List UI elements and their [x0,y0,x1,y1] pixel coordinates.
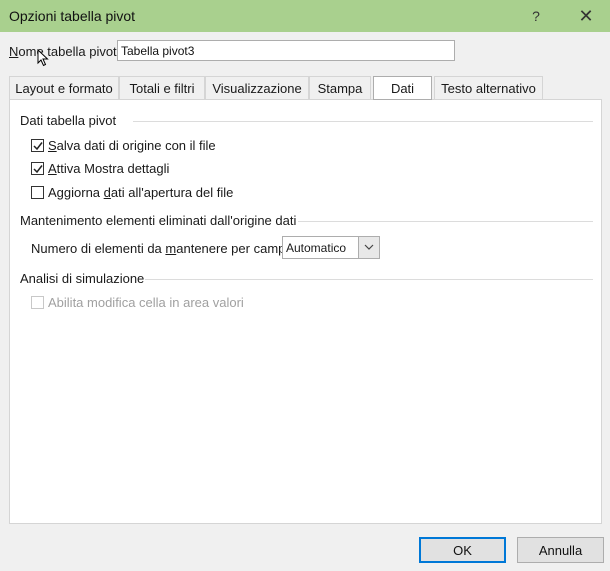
select-value: Automatico [286,241,347,255]
option-label: Aggiorna dati all'apertura del file [48,185,234,200]
tab-stampa[interactable]: Stampa [309,76,371,99]
keep-items-label: Numero di elementi da mantenere per camp… [31,241,297,256]
tab-testo-alternativo[interactable]: Testo alternativo [434,76,543,99]
title-bar: Opzioni tabella pivot ? ✕ [0,0,610,32]
group-divider [133,121,593,122]
tab-panel-dati: Dati tabella pivot Salva dati di origine… [9,99,602,524]
option-label: Attiva Mostra dettagli [48,161,170,176]
group-divider [298,221,593,222]
tab-totali-filtri[interactable]: Totali e filtri [119,76,205,99]
tab-dati[interactable]: Dati [373,76,432,100]
checkbox-checked-icon[interactable] [31,162,44,175]
tab-visualizzazione[interactable]: Visualizzazione [205,76,309,99]
group-title-analisi: Analisi di simulazione [20,271,145,286]
option-label: Salva dati di origine con il file [48,138,216,153]
checkbox-unchecked-icon[interactable] [31,186,44,199]
mouse-cursor-icon [37,49,49,67]
keep-items-select[interactable]: Automatico [282,236,380,259]
option-label: Abilita modifica cella in area valori [48,295,244,310]
help-button[interactable]: ? [516,0,556,32]
window-title: Opzioni tabella pivot [9,8,136,24]
checkbox-checked-icon[interactable] [31,139,44,152]
cancel-button[interactable]: Annulla [517,537,604,563]
pivot-name-label: Nome tabella pivot: [9,44,121,59]
checkbox-disabled-icon [31,296,44,309]
close-button[interactable]: ✕ [566,0,606,32]
tab-layout-formato[interactable]: Layout e formato [9,76,119,99]
group-title-dati-tabella-pivot: Dati tabella pivot [20,113,117,128]
pivot-name-input[interactable] [117,40,455,61]
group-divider [145,279,593,280]
group-title-mantenimento: Mantenimento elementi eliminati dall'ori… [20,213,297,228]
chevron-down-icon[interactable] [358,237,379,258]
ok-button[interactable]: OK [419,537,506,563]
